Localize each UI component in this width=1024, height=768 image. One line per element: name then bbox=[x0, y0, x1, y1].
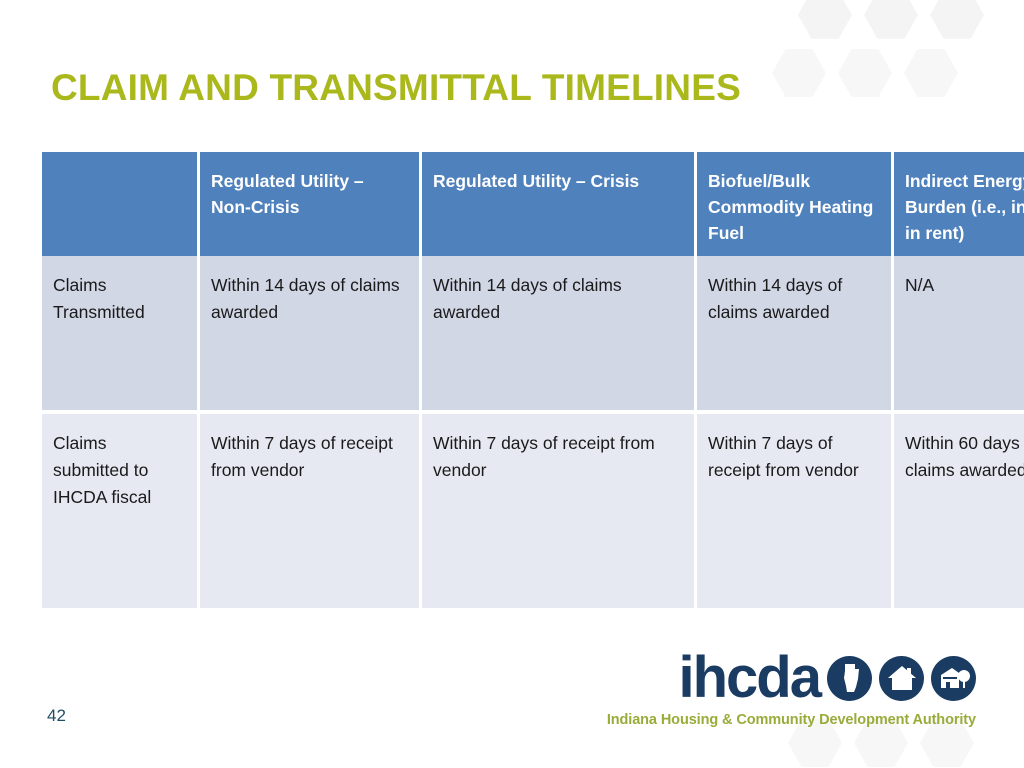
house-icon bbox=[879, 655, 924, 701]
table-header: Regulated Utility – Non-Crisis Regulated… bbox=[42, 152, 1024, 256]
logo-main-row: ihcda bbox=[607, 645, 976, 710]
table-header-cell-regulated-utility-non-crisis: Regulated Utility – Non-Crisis bbox=[200, 152, 422, 256]
row-label-claims-transmitted: Claims Transmitted bbox=[42, 256, 200, 414]
indiana-state-icon bbox=[827, 655, 872, 701]
logo-icon-group bbox=[827, 655, 976, 701]
slide: CLAIM AND TRANSMITTAL TIMELINES Regulate… bbox=[0, 0, 1024, 768]
table-row: Claims submitted to IHCDA fiscal Within … bbox=[42, 414, 1024, 608]
ihcda-logo: ihcda Indiana Housing & Community Develo… bbox=[606, 645, 976, 729]
table-cell: Within 60 days of claims awarded bbox=[894, 414, 1024, 608]
hexagon-shape bbox=[930, 0, 984, 39]
watermark-row bbox=[792, 0, 990, 44]
table-cell: Within 7 days of receipt from vendor bbox=[200, 414, 422, 608]
table-cell: N/A bbox=[894, 256, 1024, 414]
table-header-cell-biofuel-bulk-commodity-heating-fuel: Biofuel/Bulk Commodity Heating Fuel bbox=[697, 152, 894, 256]
claim-timelines-table: Regulated Utility – Non-Crisis Regulated… bbox=[42, 152, 1024, 608]
table-cell: Within 14 days of claims awarded bbox=[697, 256, 894, 414]
logo-wordmark: ihcda bbox=[678, 645, 822, 710]
table-cell: Within 7 days of receipt from vendor bbox=[422, 414, 697, 608]
hexagon-shape bbox=[904, 49, 958, 97]
table-cell: Within 7 days of receipt from vendor bbox=[697, 414, 894, 608]
decorative-watermark-top bbox=[772, 0, 990, 102]
table-header-cell-indirect-energy-burden: Indirect Energy Burden (i.e., included i… bbox=[894, 152, 1024, 256]
table-cell: Within 14 days of claims awarded bbox=[200, 256, 422, 414]
hexagon-shape bbox=[864, 0, 918, 39]
watermark-row bbox=[766, 44, 990, 102]
house-and-tree-icon bbox=[931, 655, 976, 701]
table-row: Claims Transmitted Within 14 days of cla… bbox=[42, 256, 1024, 414]
hexagon-shape bbox=[838, 49, 892, 97]
page-number: 42 bbox=[47, 706, 66, 725]
table-header-row: Regulated Utility – Non-Crisis Regulated… bbox=[42, 152, 1024, 256]
table-cell: Within 14 days of claims awarded bbox=[422, 256, 697, 414]
page-title: CLAIM AND TRANSMITTAL TIMELINES bbox=[51, 67, 741, 108]
table-header-cell-corner bbox=[42, 152, 200, 256]
table-header-cell-regulated-utility-crisis: Regulated Utility – Crisis bbox=[422, 152, 697, 256]
hexagon-shape bbox=[772, 49, 826, 97]
logo-tagline: Indiana Housing & Community Development … bbox=[606, 712, 976, 728]
table-body: Claims Transmitted Within 14 days of cla… bbox=[42, 256, 1024, 608]
hexagon-shape bbox=[798, 0, 852, 39]
row-label-claims-submitted-to-ihcda-fiscal: Claims submitted to IHCDA fiscal bbox=[42, 414, 200, 608]
